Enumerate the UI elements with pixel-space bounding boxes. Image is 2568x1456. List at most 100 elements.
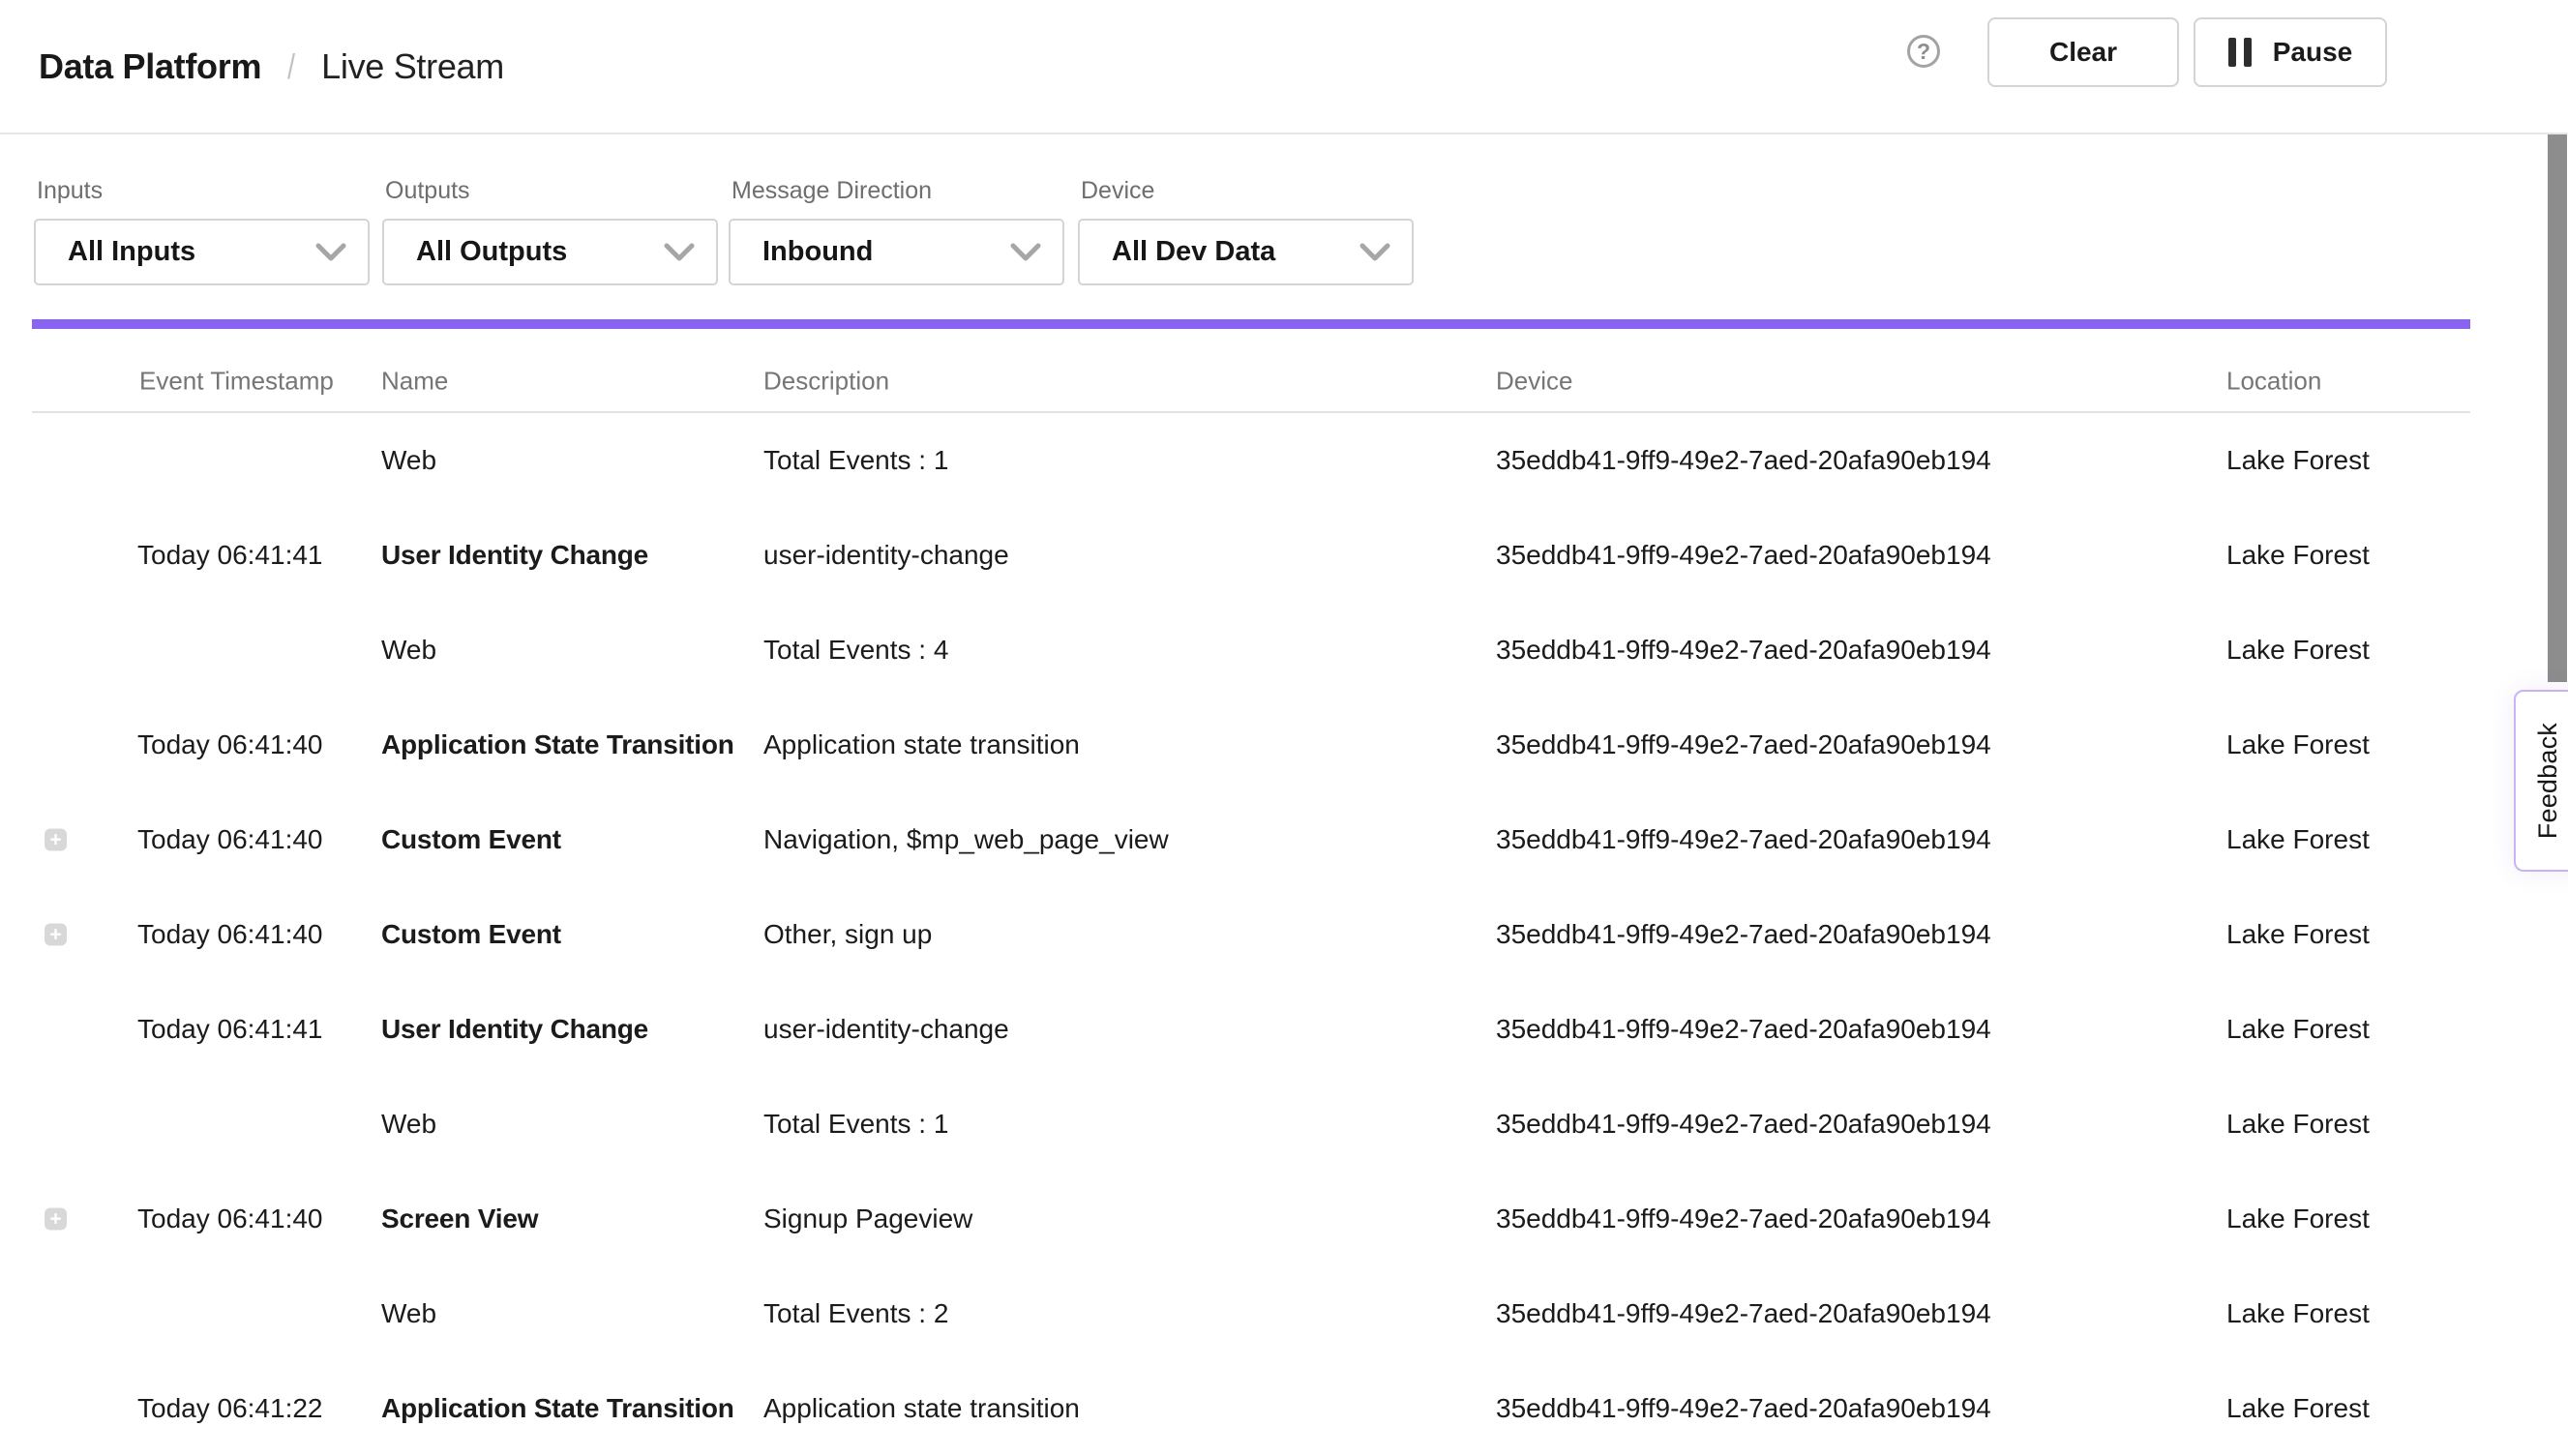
clear-button-label: Clear xyxy=(2049,37,2117,68)
chevron-down-icon xyxy=(1010,243,1041,262)
breadcrumb: Data Platform / Live Stream xyxy=(39,0,504,133)
cell-description: Total Events : 4 xyxy=(763,635,948,666)
cell-device: 35eddb41-9ff9-49e2-7aed-20afa90eb194 xyxy=(1496,445,1991,476)
cell-location: Lake Forest xyxy=(2226,729,2370,760)
cell-description: Total Events : 1 xyxy=(763,445,948,476)
device-dropdown-value: All Dev Data xyxy=(1112,236,1275,268)
inputs-dropdown-value: All Inputs xyxy=(68,236,195,268)
cell-device: 35eddb41-9ff9-49e2-7aed-20afa90eb194 xyxy=(1496,1393,1991,1424)
table-row[interactable]: + Today 06:41:41 User Identity Change us… xyxy=(0,982,2568,1077)
message-direction-dropdown[interactable]: Inbound xyxy=(729,219,1064,285)
cell-name: Application State Transition xyxy=(381,729,734,760)
cell-description: Signup Pageview xyxy=(763,1203,972,1234)
message-direction-dropdown-value: Inbound xyxy=(762,236,873,268)
cell-description: Other, sign up xyxy=(763,919,932,950)
inputs-dropdown[interactable]: All Inputs xyxy=(34,219,370,285)
cell-event-timestamp: Today 06:41:40 xyxy=(137,1203,323,1234)
cell-location: Lake Forest xyxy=(2226,635,2370,666)
table-row[interactable]: + Web Total Events : 2 35eddb41-9ff9-49e… xyxy=(0,1266,2568,1361)
chevron-down-icon xyxy=(664,243,695,262)
column-header-description: Description xyxy=(763,367,889,397)
cell-location: Lake Forest xyxy=(2226,1298,2370,1329)
cell-device: 35eddb41-9ff9-49e2-7aed-20afa90eb194 xyxy=(1496,1014,1991,1045)
cell-event-timestamp: Today 06:41:41 xyxy=(137,540,323,571)
cell-name: User Identity Change xyxy=(381,1014,648,1045)
column-header-name: Name xyxy=(381,367,448,397)
filter-device-label: Device xyxy=(1081,177,1154,205)
table-row[interactable]: + Today 06:41:41 User Identity Change us… xyxy=(0,508,2568,603)
cell-name: Web xyxy=(381,1298,436,1329)
pause-button[interactable]: Pause xyxy=(2194,17,2387,87)
device-dropdown[interactable]: All Dev Data xyxy=(1078,219,1414,285)
cell-location: Lake Forest xyxy=(2226,540,2370,571)
expand-icon[interactable]: + xyxy=(45,1208,67,1231)
cell-device: 35eddb41-9ff9-49e2-7aed-20afa90eb194 xyxy=(1496,1298,1991,1329)
cell-location: Lake Forest xyxy=(2226,445,2370,476)
header-actions: ? Clear Pause xyxy=(1891,0,2568,133)
live-stream-progress-bar xyxy=(32,319,2470,329)
cell-device: 35eddb41-9ff9-49e2-7aed-20afa90eb194 xyxy=(1496,540,1991,571)
cell-device: 35eddb41-9ff9-49e2-7aed-20afa90eb194 xyxy=(1496,824,1991,855)
cell-description: Application state transition xyxy=(763,729,1080,760)
table-row[interactable]: + Today 06:41:40 Screen View Signup Page… xyxy=(0,1172,2568,1266)
cell-name: Custom Event xyxy=(381,824,561,855)
cell-event-timestamp: Today 06:41:22 xyxy=(137,1393,323,1424)
cell-device: 35eddb41-9ff9-49e2-7aed-20afa90eb194 xyxy=(1496,919,1991,950)
cell-location: Lake Forest xyxy=(2226,919,2370,950)
cell-event-timestamp: Today 06:41:40 xyxy=(137,919,323,950)
cell-location: Lake Forest xyxy=(2226,1014,2370,1045)
pause-button-label: Pause xyxy=(2273,37,2353,68)
cell-description: user-identity-change xyxy=(763,540,1009,571)
page-title: Live Stream xyxy=(321,46,504,87)
breadcrumb-section[interactable]: Data Platform xyxy=(39,46,261,87)
cell-event-timestamp: Today 06:41:40 xyxy=(137,824,323,855)
filter-message-direction-label: Message Direction xyxy=(732,177,932,205)
cell-device: 35eddb41-9ff9-49e2-7aed-20afa90eb194 xyxy=(1496,1203,1991,1234)
vertical-scrollbar-thumb[interactable] xyxy=(2548,134,2567,682)
cell-device: 35eddb41-9ff9-49e2-7aed-20afa90eb194 xyxy=(1496,635,1991,666)
table-row[interactable]: + Web Total Events : 1 35eddb41-9ff9-49e… xyxy=(0,1077,2568,1172)
cell-device: 35eddb41-9ff9-49e2-7aed-20afa90eb194 xyxy=(1496,1109,1991,1140)
outputs-dropdown[interactable]: All Outputs xyxy=(382,219,718,285)
clear-button[interactable]: Clear xyxy=(1987,17,2179,87)
cell-description: Application state transition xyxy=(763,1393,1080,1424)
table-row[interactable]: + Today 06:41:40 Custom Event Navigation… xyxy=(0,792,2568,887)
cell-description: Total Events : 1 xyxy=(763,1109,948,1140)
outputs-dropdown-value: All Outputs xyxy=(416,236,567,268)
table-header: Event Timestamp Name Description Device … xyxy=(0,329,2568,412)
cell-location: Lake Forest xyxy=(2226,1203,2370,1234)
column-header-location: Location xyxy=(2226,367,2321,397)
table-row[interactable]: + Web Total Events : 4 35eddb41-9ff9-49e… xyxy=(0,603,2568,698)
page-header: Data Platform / Live Stream ? Clear Paus… xyxy=(0,0,2568,134)
cell-device: 35eddb41-9ff9-49e2-7aed-20afa90eb194 xyxy=(1496,729,1991,760)
cell-location: Lake Forest xyxy=(2226,1393,2370,1424)
cell-location: Lake Forest xyxy=(2226,1109,2370,1140)
cell-name: Web xyxy=(381,445,436,476)
filter-outputs-label: Outputs xyxy=(385,177,470,205)
feedback-tab-label: Feedback xyxy=(2533,723,2563,839)
breadcrumb-separator: / xyxy=(287,46,295,87)
expand-icon[interactable]: + xyxy=(45,829,67,851)
table-row[interactable]: + Web Total Events : 1 35eddb41-9ff9-49e… xyxy=(0,413,2568,508)
filter-inputs-label: Inputs xyxy=(37,177,103,205)
chevron-down-icon xyxy=(1359,243,1390,262)
cell-event-timestamp: Today 06:41:40 xyxy=(137,729,323,760)
feedback-tab[interactable]: Feedback xyxy=(2514,690,2568,872)
pause-icon xyxy=(2228,38,2252,67)
expand-icon[interactable]: + xyxy=(45,924,67,946)
help-icon[interactable]: ? xyxy=(1907,35,1940,68)
cell-name: Web xyxy=(381,635,436,666)
cell-name: Screen View xyxy=(381,1203,538,1234)
cell-description: Navigation, $mp_web_page_view xyxy=(763,824,1169,855)
cell-name: Web xyxy=(381,1109,436,1140)
table-row[interactable]: + Today 06:41:22 Application State Trans… xyxy=(0,1361,2568,1456)
cell-name: User Identity Change xyxy=(381,540,648,571)
event-table-body: + Web Total Events : 1 35eddb41-9ff9-49e… xyxy=(0,413,2568,1456)
column-header-event-timestamp: Event Timestamp xyxy=(139,367,334,397)
cell-event-timestamp: Today 06:41:41 xyxy=(137,1014,323,1045)
table-row[interactable]: + Today 06:41:40 Custom Event Other, sig… xyxy=(0,887,2568,982)
cell-location: Lake Forest xyxy=(2226,824,2370,855)
cell-name: Custom Event xyxy=(381,919,561,950)
chevron-down-icon xyxy=(315,243,346,262)
table-row[interactable]: + Today 06:41:40 Application State Trans… xyxy=(0,698,2568,792)
